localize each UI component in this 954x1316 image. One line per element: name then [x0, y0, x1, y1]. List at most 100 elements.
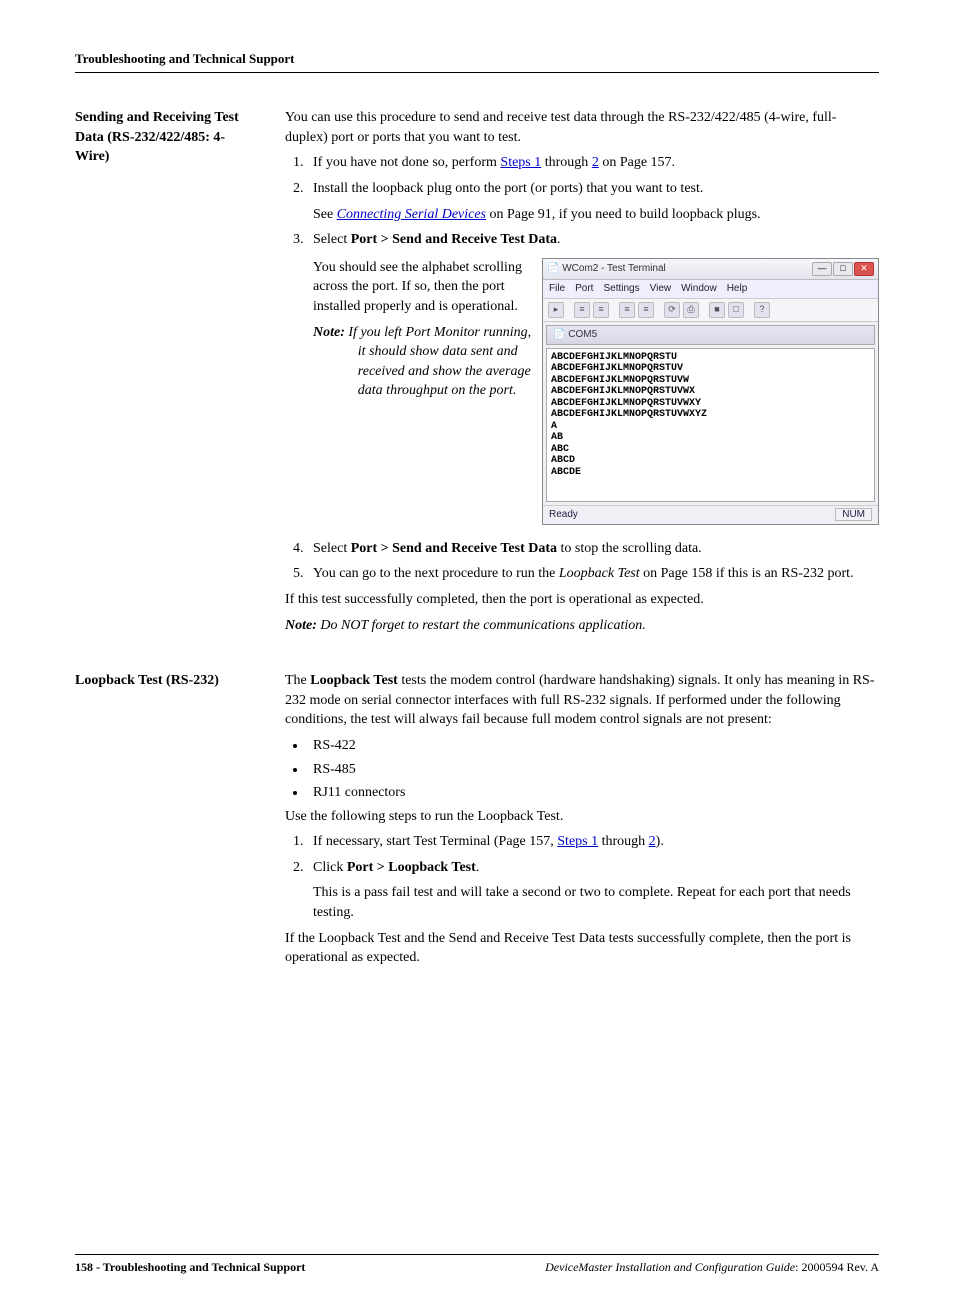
list-item: Click Port > Loopback Test. This is a pa… [307, 858, 879, 923]
separator-icon [702, 302, 706, 316]
toolbar-icon[interactable]: ⟳ [664, 302, 680, 318]
s1-link2[interactable]: 2 [649, 834, 656, 849]
step5-italic: Loopback Test [559, 566, 640, 581]
list-item: If you have not done so, perform Steps 1… [307, 153, 879, 173]
s2-pre: Click [313, 860, 347, 875]
step5-pre: You can go to the next procedure to run … [313, 566, 559, 581]
com-port-header: 📄 COM5 [546, 325, 875, 345]
menu-window[interactable]: Window [681, 282, 717, 296]
list-item: You can go to the next procedure to run … [307, 564, 879, 584]
maximize-button[interactable]: □ [833, 262, 853, 276]
step4-bold: Port > Send and Receive Test Data [351, 541, 557, 556]
terminal-output: ABCDEFGHIJKLMNOPQRSTU ABCDEFGHIJKLMNOPQR… [546, 348, 875, 502]
menu-bar: File Port Settings View Window Help [543, 280, 878, 299]
note-label: Note: [313, 325, 345, 340]
minimize-button[interactable]: — [812, 262, 832, 276]
section2-title: Loopback Test (RS-232) [75, 671, 255, 691]
footer-doc-rev: : 2000594 Rev. A [795, 1260, 879, 1274]
window-title: 📄 WCom2 - Test Terminal [547, 262, 666, 276]
toolbar-icon[interactable]: ≡ [574, 302, 590, 318]
toolbar-icon[interactable]: ▸ [548, 302, 564, 318]
toolbar-icon[interactable]: ≡ [638, 302, 654, 318]
step1-pre: If you have not done so, perform [313, 155, 500, 170]
intro-pre: The [285, 673, 310, 688]
menu-file[interactable]: File [549, 282, 565, 296]
window-title-text: WCom2 - Test Terminal [562, 263, 666, 274]
separator-icon [657, 302, 661, 316]
intro-bold: Loopback Test [310, 673, 398, 688]
section1-title: Sending and Receiving Test Data (RS-232/… [75, 108, 255, 167]
toolbar-icon[interactable]: □ [728, 302, 744, 318]
com-port-label: COM5 [568, 329, 597, 340]
footer-doc-title: DeviceMaster Installation and Configurat… [545, 1260, 795, 1274]
s2-bold: Port > Loopback Test [347, 860, 476, 875]
section2-conclude: If the Loopback Test and the Send and Re… [285, 929, 879, 968]
separator-icon [567, 302, 571, 316]
step3-post: . [557, 232, 561, 247]
connecting-serial-link[interactable]: Connecting Serial Devices [337, 207, 486, 222]
page-footer: 158 - Troubleshooting and Technical Supp… [75, 1254, 879, 1276]
section2-steps: If necessary, start Test Terminal (Page … [285, 832, 879, 922]
page-header: Troubleshooting and Technical Support [75, 50, 879, 73]
window-buttons: —□✕ [811, 262, 874, 276]
list-item: RS-422 [307, 736, 879, 756]
toolbar-icon[interactable]: ■ [709, 302, 725, 318]
list-item: Install the loopback plug onto the port … [307, 179, 879, 224]
bullet-list: RS-422 RS-485 RJ11 connectors [285, 736, 879, 803]
step5-post: on Page 158 if this is an RS-232 port. [640, 566, 854, 581]
list-item: Select Port > Send and Receive Test Data… [307, 539, 879, 559]
section2-use: Use the following steps to run the Loopb… [285, 807, 879, 827]
note-body: If you left Port Monitor running, it sho… [348, 325, 531, 399]
note-label: Note: [285, 618, 317, 633]
menu-view[interactable]: View [650, 282, 672, 296]
section2-intro: The Loopback Test tests the modem contro… [285, 671, 879, 730]
s1-pre: If necessary, start Test Terminal (Page … [313, 834, 557, 849]
list-item: If necessary, start Test Terminal (Page … [307, 832, 879, 852]
s2-post: . [476, 860, 480, 875]
toolbar-help-icon[interactable]: ? [754, 302, 770, 318]
steps1-link[interactable]: Steps 1 [500, 155, 541, 170]
window-title-bar: 📄 WCom2 - Test Terminal —□✕ [543, 259, 878, 280]
s2-sub: This is a pass fail test and will take a… [313, 883, 879, 922]
step2-text: Install the loopback plug onto the port … [313, 181, 703, 196]
header-text: Troubleshooting and Technical Support [75, 51, 295, 66]
step2-sub-post: on Page 91, if you need to build loopbac… [486, 207, 761, 222]
toolbar-icon[interactable]: ⎙ [683, 302, 699, 318]
step1-mid: through [541, 155, 592, 170]
separator-icon [612, 302, 616, 316]
footer-doc: DeviceMaster Installation and Configurat… [545, 1259, 879, 1276]
section1-steps: If you have not done so, perform Steps 1… [285, 153, 879, 584]
s1-post: ). [656, 834, 664, 849]
note-body: Do NOT forget to restart the communicati… [320, 618, 645, 633]
section-loopback: Loopback Test (RS-232) The Loopback Test… [75, 671, 879, 974]
step1-post: on Page 157. [599, 155, 675, 170]
menu-settings[interactable]: Settings [603, 282, 639, 296]
list-item: Select Port > Send and Receive Test Data… [307, 230, 879, 533]
step4-pre: Select [313, 541, 351, 556]
list-item: RJ11 connectors [307, 783, 879, 803]
toolbar-icon[interactable]: ≡ [593, 302, 609, 318]
step4-post: to stop the scrolling data. [557, 541, 702, 556]
separator-icon [747, 302, 751, 316]
section1-intro: You can use this procedure to send and r… [285, 108, 879, 147]
list-item: RS-485 [307, 760, 879, 780]
toolbar: ▸ ≡ ≡ ≡ ≡ ⟳ ⎙ ■ □ [543, 299, 878, 322]
section-sending-receiving: Sending and Receiving Test Data (RS-232/… [75, 108, 879, 641]
step3-bold: Port > Send and Receive Test Data [351, 232, 557, 247]
status-left: Ready [549, 508, 578, 522]
s1-mid: through [598, 834, 649, 849]
status-bar: Ready NUM [543, 505, 878, 524]
step2-link[interactable]: 2 [592, 155, 599, 170]
test-terminal-screenshot: 📄 WCom2 - Test Terminal —□✕ File Port Se… [542, 258, 879, 525]
menu-port[interactable]: Port [575, 282, 593, 296]
toolbar-icon[interactable]: ≡ [619, 302, 635, 318]
section1-conclude: If this test successfully completed, the… [285, 590, 879, 610]
close-button[interactable]: ✕ [854, 262, 874, 276]
step3-pre: Select [313, 232, 351, 247]
footer-page: 158 - Troubleshooting and Technical Supp… [75, 1259, 305, 1276]
section1-final-note: Note: Do NOT forget to restart the commu… [285, 616, 879, 636]
status-num: NUM [835, 508, 872, 521]
s1-link1[interactable]: Steps 1 [557, 834, 598, 849]
menu-help[interactable]: Help [727, 282, 748, 296]
step2-sub-pre: See [313, 207, 337, 222]
